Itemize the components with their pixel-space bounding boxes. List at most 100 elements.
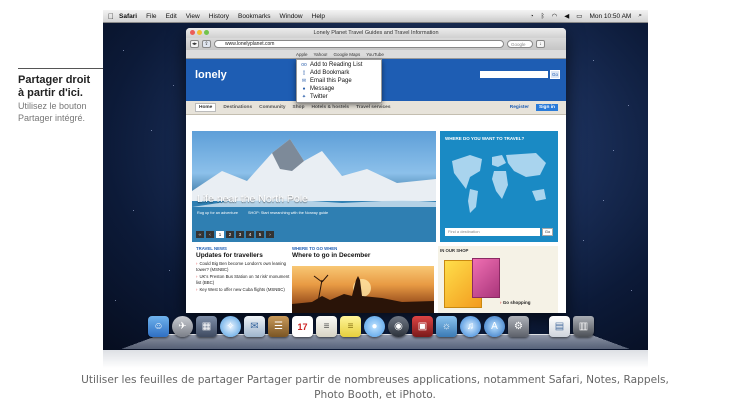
bookmark-yahoo[interactable]: Yahoo! <box>314 52 328 57</box>
system-preferences-icon[interactable]: ⚙ <box>508 316 529 337</box>
calendar-icon[interactable]: 17 <box>292 316 313 337</box>
news-item[interactable]: › Key West to offer new Cuba flights (MSN… <box>196 287 291 293</box>
contacts-icon[interactable]: ☰ <box>268 316 289 337</box>
sunset-image[interactable] <box>292 266 434 313</box>
menu-bookmarks[interactable]: Bookmarks <box>238 13 271 20</box>
news-item[interactable]: › Could Big Ben become London's own leani… <box>196 261 291 272</box>
menu-clock[interactable]: Mon 10:50 AM <box>589 13 631 20</box>
app-store-icon[interactable]: A <box>484 316 505 337</box>
pager-1[interactable]: 1 <box>216 231 224 238</box>
site-logo[interactable]: lonely <box>195 69 227 81</box>
news-item[interactable]: › UK's Preston Bus Station on 'at risk' m… <box>196 274 291 285</box>
share-add-reading-list[interactable]: oo Add to Reading List <box>297 61 381 69</box>
search-placeholder: Google <box>511 42 526 47</box>
nav-home[interactable]: Home <box>195 103 217 112</box>
register-link[interactable]: Register <box>510 105 529 110</box>
nav-travel-services[interactable]: Travel services <box>356 105 390 110</box>
window-title: Lonely Planet Travel Guides and Travel I… <box>313 30 439 36</box>
guidebook-image-2[interactable] <box>472 258 500 298</box>
photo-booth-icon[interactable]: ▣ <box>412 316 433 337</box>
where-headline[interactable]: Where to go in December <box>292 252 434 259</box>
share-menu: oo Add to Reading List ▯ Add Bookmark ✉ Ema… <box>296 59 382 103</box>
pager-next[interactable]: › <box>266 231 274 238</box>
site-search-input[interactable] <box>480 71 548 78</box>
site-search-go-button[interactable]: Go <box>550 70 560 79</box>
menu-view[interactable]: View <box>186 13 200 20</box>
menu-safari[interactable]: Safari <box>119 13 137 20</box>
hero-pager: ‹‹ ‹ 1 2 3 4 5 › <box>196 231 274 238</box>
hero-title[interactable]: Life near the North Pole <box>197 193 308 205</box>
pager-3[interactable]: 3 <box>236 231 244 238</box>
time-machine-icon[interactable]: ◔ <box>530 13 534 20</box>
search-field[interactable]: Google <box>507 40 533 48</box>
address-bar[interactable]: www.lonelyplanet.com <box>214 40 504 48</box>
back-forward-icon[interactable]: ◂▸ <box>190 40 199 48</box>
share-message[interactable]: ● Message <box>297 85 381 93</box>
news-headline[interactable]: Updates for travellers <box>196 252 291 259</box>
menu-extras: ◔ ᛒ ◠ ◀ ▭ Mon 10:50 AM ⌕ <box>530 12 648 20</box>
zoom-icon[interactable] <box>204 30 209 35</box>
share-twitter[interactable]: ✦ Twitter <box>297 93 381 101</box>
menu-file[interactable]: File <box>146 13 156 20</box>
hero-banner[interactable]: Life near the North Pole Rug up for an a… <box>192 131 436 242</box>
nav-destinations[interactable]: Destinations <box>223 105 252 110</box>
spotlight-icon[interactable]: ⌕ <box>638 12 642 20</box>
destination-input[interactable]: Find a destination <box>445 228 540 236</box>
minimize-icon[interactable] <box>197 30 202 35</box>
title-bar: Lonely Planet Travel Guides and Travel I… <box>186 28 566 38</box>
downloads-icon[interactable]: ↓ <box>536 40 545 48</box>
news-item-text: UK's Preston Bus Station on 'at risk' mo… <box>196 274 290 285</box>
caption: Utiliser les feuilles de partager Partag… <box>0 373 750 403</box>
safari-icon[interactable]: ✧ <box>220 316 241 337</box>
bullet-icon: › <box>196 287 198 293</box>
pager-2[interactable]: 2 <box>226 231 234 238</box>
hero-links: Rug up for an adventure SHOP: Start rese… <box>197 211 328 215</box>
messages-icon[interactable]: ● <box>364 316 385 337</box>
document-icon[interactable]: ▤ <box>549 316 570 337</box>
where-to-go-column: WHERE TO GO WHEN Where to go in December <box>292 246 434 313</box>
itunes-icon[interactable]: ♫ <box>460 316 481 337</box>
nav-hotels[interactable]: Hotels & hostels <box>312 105 350 110</box>
notes-icon[interactable]: ≡ <box>340 316 361 337</box>
share-email-page[interactable]: ✉ Email this Page <box>297 77 381 85</box>
volume-icon[interactable]: ◀ <box>564 12 569 20</box>
pager-first[interactable]: ‹‹ <box>196 231 204 238</box>
facetime-icon[interactable]: ◉ <box>388 316 409 337</box>
pager-4[interactable]: 4 <box>246 231 254 238</box>
bookmark-google-maps[interactable]: Google Maps <box>333 52 360 57</box>
menu-window[interactable]: Window <box>280 13 303 20</box>
sign-in-button[interactable]: Sign in <box>536 104 558 111</box>
menu-history[interactable]: History <box>209 13 229 20</box>
pager-prev[interactable]: ‹ <box>206 231 214 238</box>
go-shopping-link[interactable]: › Go shopping <box>500 300 531 305</box>
bullet-icon: › <box>196 274 198 280</box>
pager-5[interactable]: 5 <box>256 231 264 238</box>
close-icon[interactable] <box>190 30 195 35</box>
share-item-label: Add to Reading List <box>310 62 363 68</box>
hero-link-adventure[interactable]: Rug up for an adventure <box>197 211 238 215</box>
site-nav: Home Destinations Community Shop Hotels … <box>186 101 566 115</box>
reminders-icon[interactable]: ≡ <box>316 316 337 337</box>
destination-go-button[interactable]: Go <box>542 228 553 236</box>
menu-help[interactable]: Help <box>312 13 325 20</box>
share-button[interactable]: ⇪ <box>202 40 211 48</box>
bluetooth-icon[interactable]: ᛒ <box>541 13 545 20</box>
apple-menu-icon[interactable]:  <box>103 12 119 21</box>
finder-icon[interactable]: ☺ <box>148 316 169 337</box>
menu-bar:  Safari File Edit View History Bookmark… <box>103 10 648 23</box>
menu-edit[interactable]: Edit <box>166 13 177 20</box>
hero-link-shop[interactable]: SHOP: Start researching with the Norway … <box>248 211 328 215</box>
mission-control-icon[interactable]: ▦ <box>196 316 217 337</box>
bookmark-apple[interactable]: Apple <box>296 52 308 57</box>
nav-shop[interactable]: Shop <box>293 105 305 110</box>
mail-app-icon[interactable]: ✉ <box>244 316 265 337</box>
share-add-bookmark[interactable]: ▯ Add Bookmark <box>297 69 381 77</box>
wifi-icon[interactable]: ◠ <box>552 12 558 20</box>
battery-icon[interactable]: ▭ <box>576 12 582 20</box>
world-map-image[interactable] <box>440 131 558 242</box>
iphoto-icon[interactable]: ☼ <box>436 316 457 337</box>
launchpad-icon[interactable]: ✈ <box>172 316 193 337</box>
bookmark-youtube[interactable]: YouTube <box>366 52 384 57</box>
nav-community[interactable]: Community <box>259 105 285 110</box>
trash-icon[interactable]: ▥ <box>573 316 594 337</box>
